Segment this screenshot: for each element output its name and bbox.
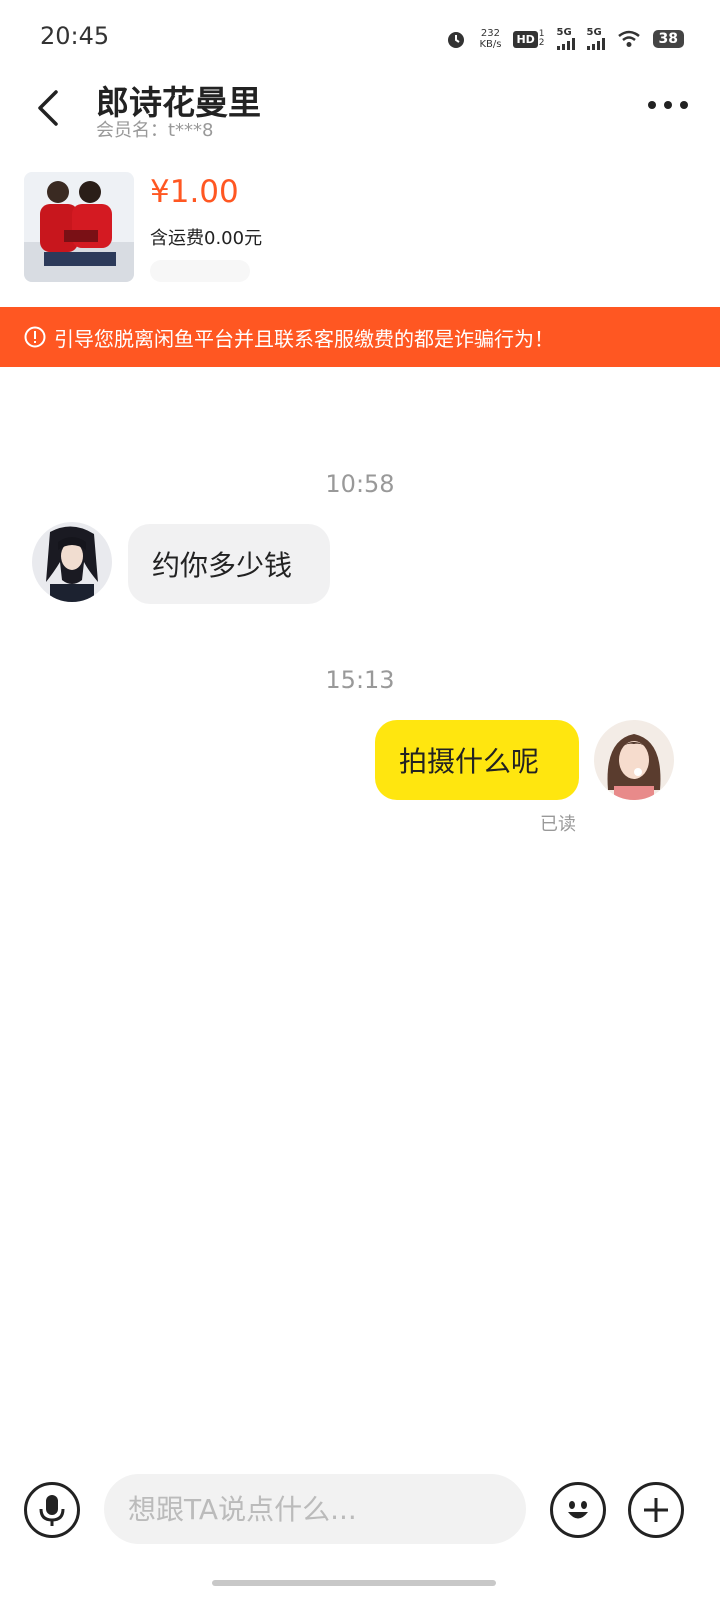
signal-1-bars-icon: [556, 38, 575, 50]
signal-2-label: 5G: [586, 27, 602, 38]
message-text: 拍摄什么呢: [399, 745, 540, 778]
contact-avatar[interactable]: [32, 522, 112, 602]
outgoing-message-bubble[interactable]: 拍摄什么呢: [375, 720, 579, 800]
wifi-icon: [617, 30, 640, 47]
more-dots-icon: [648, 101, 688, 109]
chat-screen: 20:45 232 KB/s HD 1 2 5G 5G 38 郎诗花曼里 会员名…: [0, 0, 720, 1600]
voice-button[interactable]: [24, 1482, 80, 1538]
message-timestamp: 15:13: [325, 666, 395, 694]
hd-sub-bottom: 2: [538, 38, 545, 48]
message-timestamp: 10:58: [325, 470, 395, 498]
home-indicator[interactable]: [212, 1580, 496, 1586]
plus-icon: [644, 1498, 668, 1522]
message-input[interactable]: [104, 1474, 526, 1544]
more-button[interactable]: [646, 90, 690, 120]
member-value: t***8: [168, 120, 214, 141]
product-thumbnail[interactable]: [24, 172, 134, 282]
signal-1-label: 5G: [556, 27, 572, 38]
alert-circle-icon: [24, 326, 46, 348]
my-avatar-icon: [594, 720, 674, 800]
battery-icon: 38: [652, 30, 684, 48]
microphone-icon: [39, 1495, 65, 1526]
status-time: 20:45: [40, 22, 110, 50]
alarm-icon: [448, 32, 465, 48]
hd-indicator: HD 1 2: [513, 30, 545, 48]
signal-2-bars-icon: [586, 38, 605, 50]
my-avatar[interactable]: [594, 720, 674, 800]
signal-1: 5G: [556, 27, 575, 50]
net-speed-value: 232: [480, 28, 500, 39]
input-bar: [0, 1470, 720, 1560]
emoji-button[interactable]: [550, 1482, 606, 1538]
contact-avatar-icon: [32, 522, 112, 602]
emoji-icon: [568, 1501, 588, 1519]
hd-sim-slots: 1 2: [539, 30, 545, 48]
product-price: ¥1.00: [150, 174, 239, 210]
blurred-placeholder: [150, 260, 250, 282]
chevron-left-icon: [38, 90, 58, 126]
member-name: 会员名：t***8: [96, 116, 214, 142]
signal-2: 5G: [586, 27, 605, 50]
chat-header: 郎诗花曼里 会员名：t***8: [0, 70, 720, 150]
status-bar: 20:45 232 KB/s HD 1 2 5G 5G 38: [0, 0, 720, 70]
hd-badge: HD: [513, 30, 538, 48]
read-status: 已读: [540, 814, 576, 835]
warning-text: 引导您脱离闲鱼平台并且联系客服缴费的都是诈骗行为！: [54, 326, 554, 351]
status-icons: 232 KB/s HD 1 2 5G 5G 38: [445, 24, 684, 54]
fraud-warning-banner: 引导您脱离闲鱼平台并且联系客服缴费的都是诈骗行为！: [0, 307, 720, 367]
message-text: 约你多少钱: [152, 549, 293, 582]
back-button[interactable]: [28, 86, 72, 130]
product-shipping: 含运费0.00元: [150, 228, 263, 249]
plus-button[interactable]: [628, 1482, 684, 1538]
net-speed-unit: KB/s: [479, 39, 502, 50]
incoming-message-bubble[interactable]: 约你多少钱: [128, 524, 330, 604]
net-speed: 232 KB/s: [479, 28, 501, 50]
product-photo-icon: [24, 172, 134, 282]
member-label: 会员名：: [96, 120, 168, 141]
product-card[interactable]: ¥1.00 含运费0.00元: [24, 172, 696, 284]
